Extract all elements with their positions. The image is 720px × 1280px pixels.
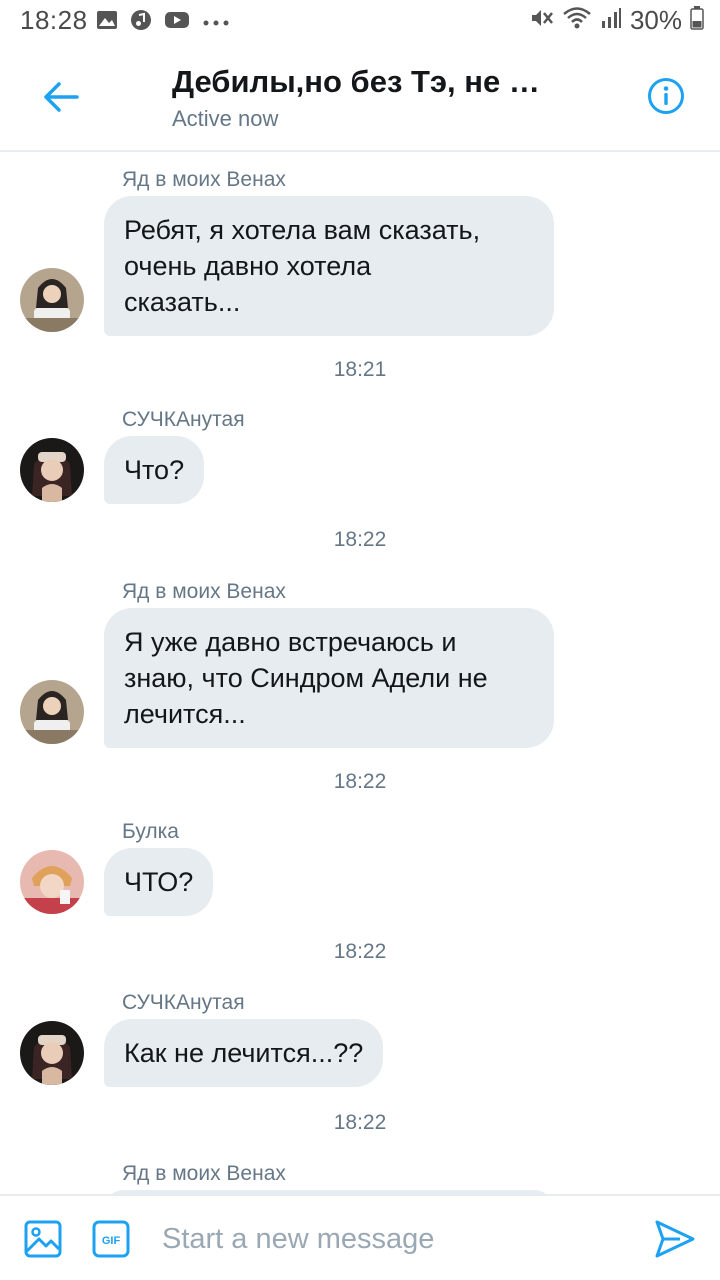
message-text-line: ЧТО? xyxy=(124,867,194,897)
message-text-line: Ребят, я хотела вам сказать, xyxy=(124,215,481,245)
avatar[interactable] xyxy=(20,680,84,744)
gif-icon: GIF xyxy=(92,1220,130,1258)
system-icons: 30% xyxy=(530,5,704,36)
conversation-status: Active now xyxy=(172,106,279,131)
message-text-line: сказать... xyxy=(124,287,241,317)
wifi-icon xyxy=(562,6,592,35)
message-text-line: Я уже давно встречаюсь и xyxy=(124,627,457,657)
sender-name: Яд в моих Венах xyxy=(122,1162,286,1185)
signal-icon xyxy=(600,7,622,34)
sender-name: СУЧКАнутая xyxy=(122,408,245,431)
gif-label: GIF xyxy=(102,1235,121,1247)
info-icon xyxy=(648,78,684,114)
status-time: 18:28 xyxy=(20,5,88,35)
battery-icon xyxy=(690,6,704,35)
battery-level: 30% xyxy=(629,5,682,35)
conversation-title[interactable]: Дебилы,но без Тэ, не … xyxy=(172,64,540,100)
sender-name: Булка xyxy=(122,820,179,843)
avatar[interactable] xyxy=(20,850,84,914)
sender-name: Яд в моих Венах xyxy=(122,168,286,191)
message-input[interactable] xyxy=(162,1214,622,1264)
send-button[interactable] xyxy=(654,1218,696,1265)
gallery-icon xyxy=(96,10,118,35)
message-list[interactable]: Яд в моих Венах Ребят, я хотела вам сказ… xyxy=(0,154,720,1194)
message-text-line: очень давно хотела xyxy=(124,251,372,281)
message-text-line: знаю, что Синдром Адели не xyxy=(124,663,488,693)
sender-name: СУЧКАнутая xyxy=(122,991,245,1014)
music-icon xyxy=(130,9,152,36)
avatar[interactable] xyxy=(20,438,84,502)
message-bubble[interactable]: Я уже давно встречаюсь и знаю, что Синдр… xyxy=(104,608,554,748)
send-icon xyxy=(655,1220,695,1258)
message-bubble[interactable]: ЧТО? xyxy=(104,848,214,916)
message-timestamp: 18:22 xyxy=(333,528,387,551)
message-timestamp: 18:22 xyxy=(333,770,387,793)
message-bubble[interactable]: Ребят, я хотела вам сказать, очень давно… xyxy=(104,196,554,336)
message-composer: GIF xyxy=(0,1194,720,1280)
back-button[interactable] xyxy=(34,72,88,122)
more-dots-icon xyxy=(202,14,230,32)
avatar[interactable] xyxy=(20,1021,84,1085)
notification-icons xyxy=(96,9,230,36)
message-text-line: Что? xyxy=(124,455,185,485)
sender-name: Яд в моих Венах xyxy=(122,580,286,603)
message-timestamp: 18:21 xyxy=(333,358,387,381)
status-bar: 18:28 30% xyxy=(0,0,720,42)
message-timestamp: 18:22 xyxy=(333,1111,387,1134)
message-bubble[interactable]: Что? xyxy=(104,436,205,504)
info-button[interactable] xyxy=(646,76,686,116)
photo-icon xyxy=(24,1220,62,1258)
add-gif-button[interactable]: GIF xyxy=(92,1220,130,1263)
message-text-line: лечится... xyxy=(124,699,246,729)
youtube-icon xyxy=(164,10,190,35)
avatar[interactable] xyxy=(20,268,84,332)
mute-icon xyxy=(530,7,554,34)
message-timestamp: 18:22 xyxy=(333,940,387,963)
back-arrow-icon xyxy=(44,82,79,112)
message-bubble[interactable]: Как не лечится...?? xyxy=(104,1019,384,1087)
add-photo-button[interactable] xyxy=(24,1220,62,1263)
message-text-line: Как не лечится...?? xyxy=(124,1038,364,1068)
conversation-header: Дебилы,но без Тэ, не … Active now xyxy=(0,42,720,152)
